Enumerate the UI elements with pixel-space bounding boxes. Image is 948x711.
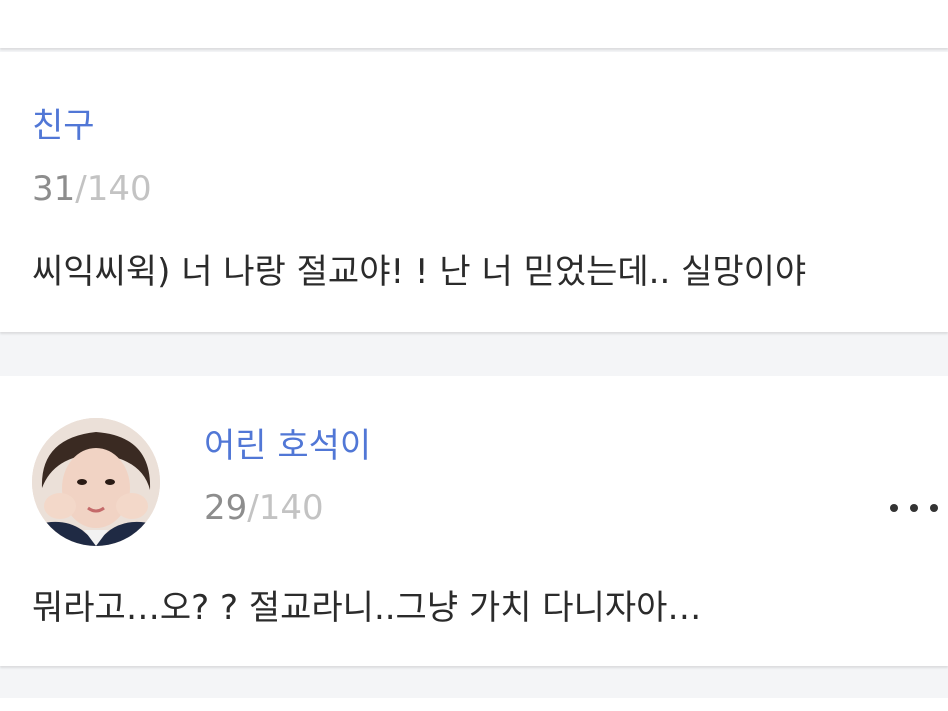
char-count-current: 29 — [204, 488, 248, 528]
profile-photo — [32, 418, 160, 546]
dot — [890, 504, 898, 512]
comment-card: 어린 호석이 29/140 뭐라고…오? ? 절교라니..그냥 가치 다니자아… — [0, 376, 948, 666]
next-comment-card — [0, 698, 948, 711]
dot — [910, 504, 918, 512]
comment-feed: 친구 31/140 씨익씨윅) 너 나랑 절교야! ! 난 너 믿었는데.. 실… — [0, 0, 948, 711]
comment-author[interactable]: 어린 호석이 — [204, 418, 371, 467]
char-count-max: /140 — [75, 169, 152, 209]
comment-message: 뭐라고…오? ? 절교라니..그냥 가치 다니자아… — [32, 588, 702, 628]
dot — [930, 504, 938, 512]
avatar[interactable] — [32, 418, 160, 546]
char-count-max: /140 — [247, 488, 324, 528]
char-counter: 31/140 — [32, 169, 152, 209]
char-counter: 29/140 — [204, 488, 324, 528]
more-options-icon[interactable] — [890, 494, 938, 522]
comment-author[interactable]: 친구 — [32, 98, 95, 147]
comment-card: 친구 31/140 씨익씨윅) 너 나랑 절교야! ! 난 너 믿었는데.. 실… — [0, 52, 948, 332]
char-count-current: 31 — [32, 169, 76, 209]
previous-comment-card — [0, 0, 948, 48]
comment-message: 씨익씨윅) 너 나랑 절교야! ! 난 너 믿었는데.. 실망이야 — [32, 252, 807, 292]
